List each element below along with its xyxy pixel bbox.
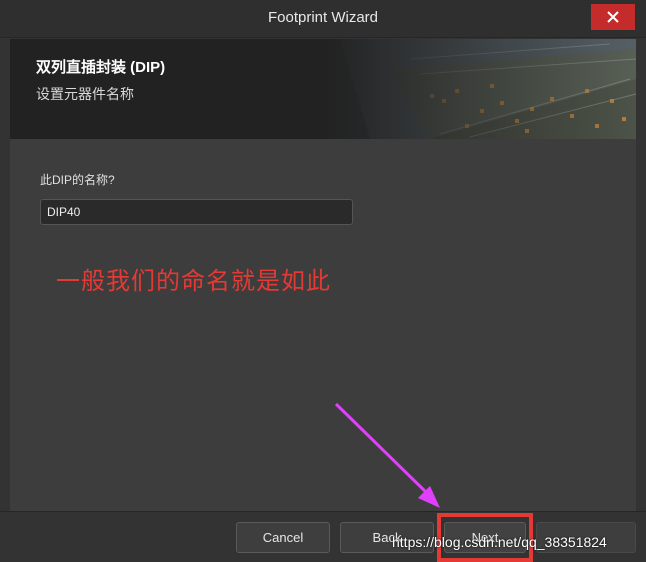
cancel-button[interactable]: Cancel xyxy=(236,522,330,553)
watermark: https://blog.csdn.net/qq_38351824 xyxy=(392,534,607,550)
wizard-content: 此DIP的名称? 一般我们的命名就是如此 xyxy=(10,139,636,511)
close-button[interactable] xyxy=(591,4,635,30)
annotation-text: 一般我们的命名就是如此 xyxy=(56,267,331,295)
header-title: 双列直插封装 (DIP) xyxy=(36,59,166,76)
component-name-input[interactable] xyxy=(40,199,353,225)
header-subtitle: 设置元器件名称 xyxy=(36,86,134,102)
wizard-header: 双列直插封装 (DIP) 设置元器件名称 xyxy=(10,39,636,139)
footprint-wizard-window: Footprint Wizard 双列直插封装 (DIP) 设置元器件名称 此D… xyxy=(0,0,646,562)
close-icon xyxy=(607,11,619,23)
component-name-label: 此DIP的名称? xyxy=(40,173,115,187)
title-bar: Footprint Wizard xyxy=(0,0,646,38)
window-title: Footprint Wizard xyxy=(267,9,379,26)
